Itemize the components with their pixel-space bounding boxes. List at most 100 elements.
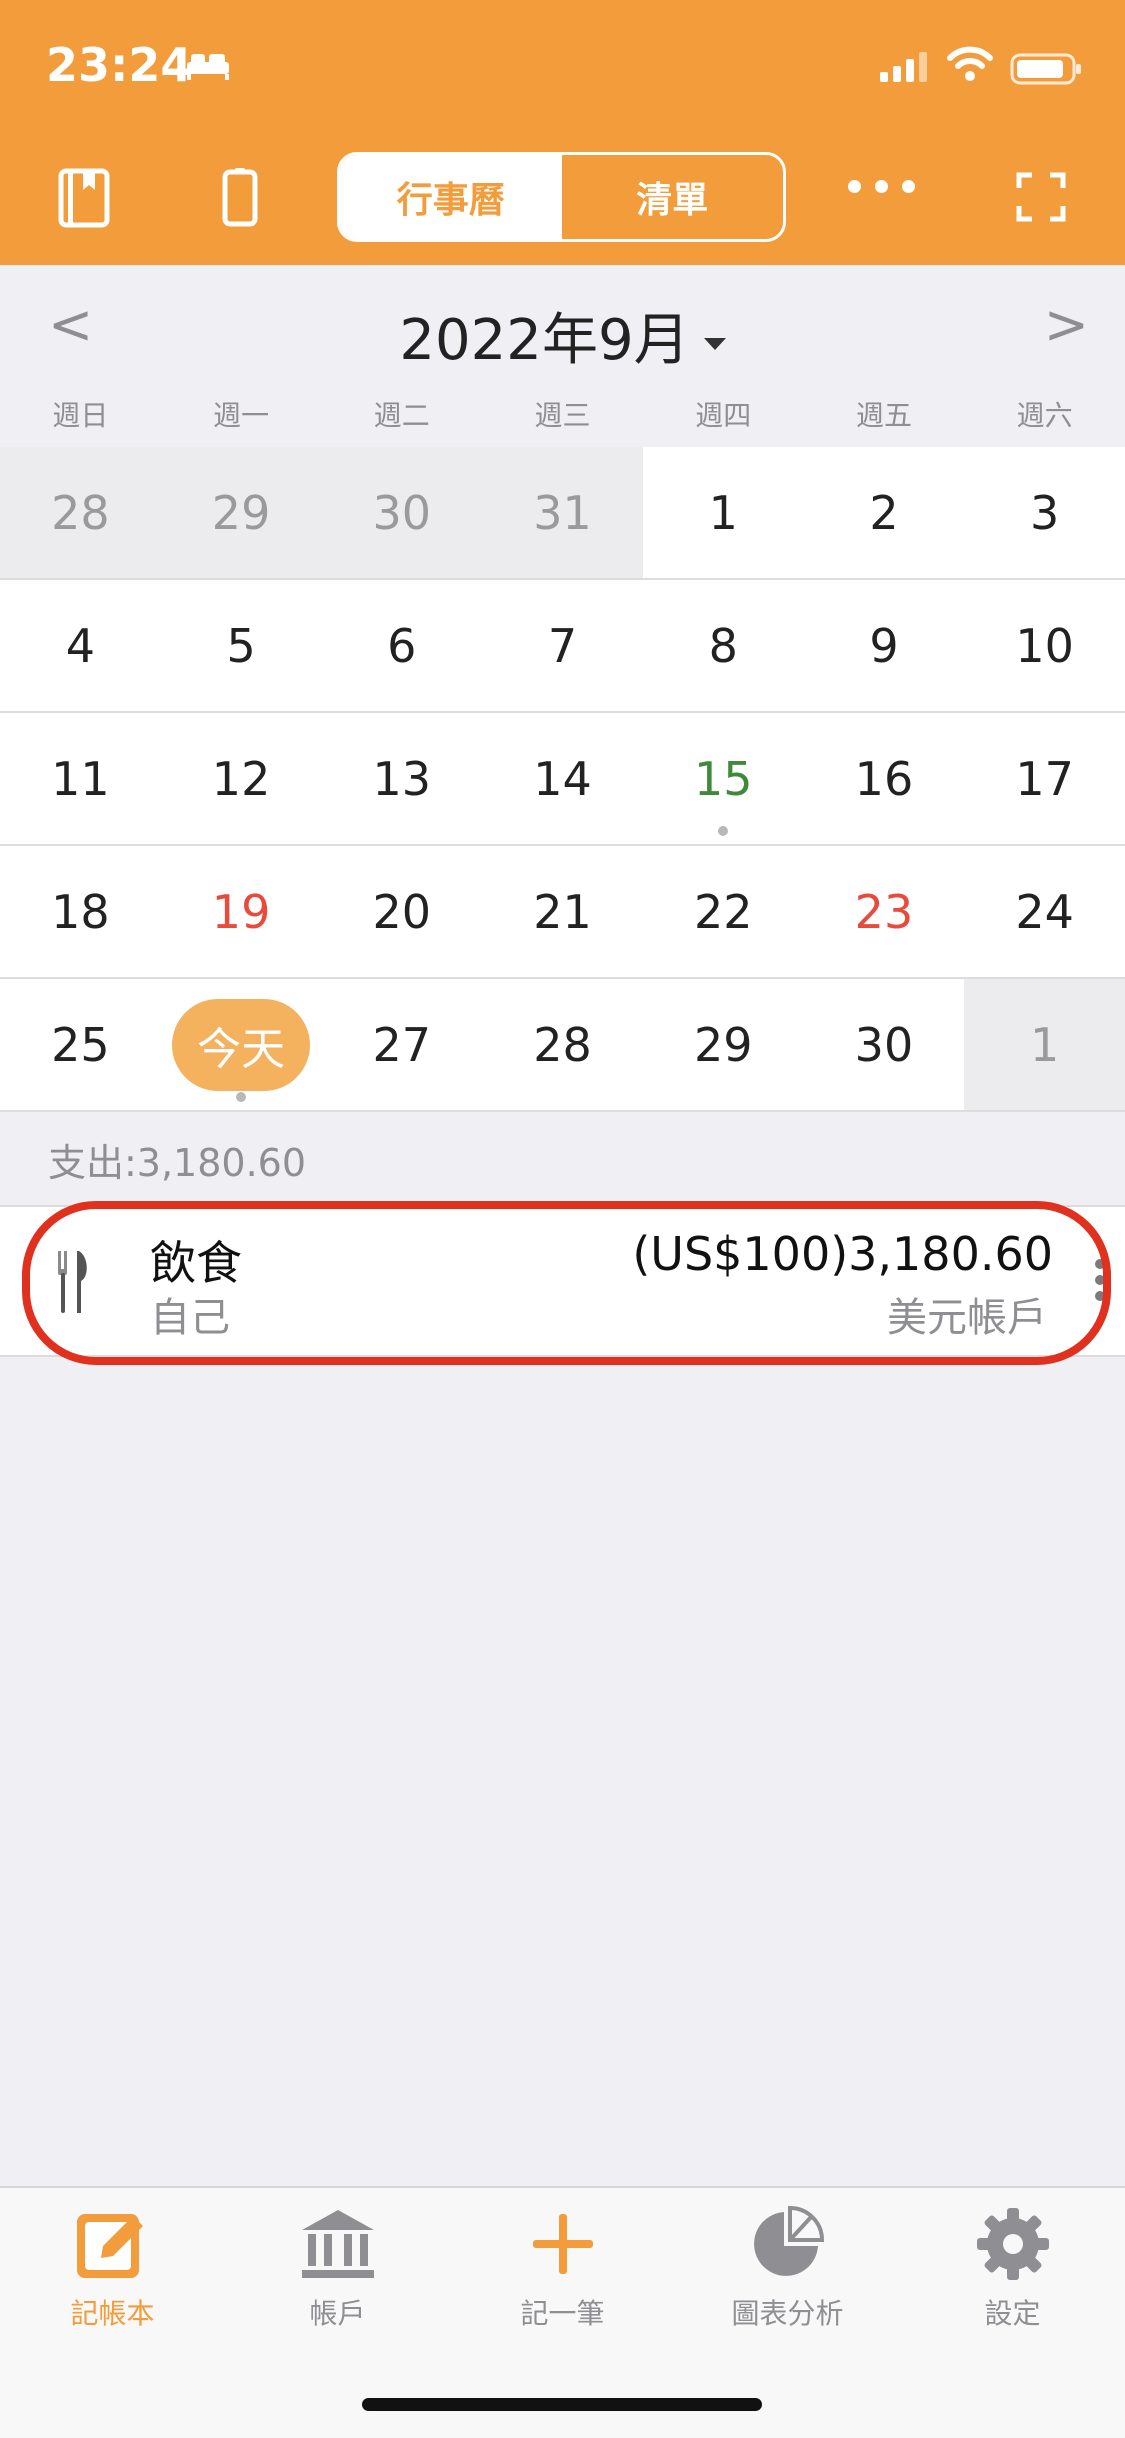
calendar-day[interactable]: 14 — [482, 713, 643, 844]
tab-list[interactable]: 清單 — [562, 155, 784, 239]
calendar-day[interactable]: 11 — [0, 713, 161, 844]
calendar-day[interactable]: 今天 — [161, 979, 322, 1110]
calendar-week: 18 19 20 21 22 23 24 — [0, 846, 1125, 979]
calendar-day[interactable]: 20 — [321, 846, 482, 977]
calendar-day[interactable]: 16 — [804, 713, 965, 844]
calendar-day[interactable]: 15 — [643, 713, 804, 844]
calendar-day[interactable]: 1 — [643, 447, 804, 578]
calendar-day[interactable]: 3 — [964, 447, 1125, 578]
book-icon[interactable] — [58, 168, 110, 228]
day-number: 10 — [1015, 618, 1074, 673]
weekday-label: 週二 — [373, 399, 430, 432]
calendar-day[interactable]: 6 — [321, 580, 482, 711]
calendar-day[interactable]: 8 — [643, 580, 804, 711]
day-number: 23 — [854, 884, 914, 939]
calendar-day[interactable]: 27 — [321, 979, 482, 1110]
calendar-day[interactable]: 7 — [482, 580, 643, 711]
day-number: 21 — [533, 884, 592, 939]
battery-icon — [1010, 53, 1081, 85]
more-icon[interactable] — [848, 180, 915, 193]
day-number: 6 — [387, 618, 417, 673]
weekday-label: 週三 — [534, 399, 591, 432]
month-navigation: < 2022年9月 > — [0, 265, 1125, 385]
gear-icon — [976, 2208, 1049, 2280]
calendar-day[interactable]: 10 — [964, 580, 1125, 711]
day-number: 25 — [51, 1017, 110, 1072]
calendar-grid: 28 29 30 31 1 2 3 4 5 6 7 8 9 10 11 12 13 14 15 16 17 18 19 20 2… — [0, 447, 1125, 1112]
next-month-icon[interactable]: > — [1044, 293, 1089, 356]
day-number: 19 — [211, 884, 271, 939]
calendar-week: 25 今天 27 28 29 30 1 — [0, 979, 1125, 1112]
day-number: 1 — [1030, 1017, 1060, 1072]
calendar-day[interactable]: 4 — [0, 580, 161, 711]
calendar-day[interactable]: 28 — [482, 979, 643, 1110]
event-dot — [236, 1092, 247, 1102]
calendar-day[interactable]: 29 — [160, 447, 322, 578]
calendar-day[interactable]: 28 — [0, 447, 161, 578]
sleep-mode-icon — [187, 54, 229, 80]
day-number: 17 — [1015, 751, 1074, 806]
day-number: 7 — [547, 618, 578, 673]
tab-settings[interactable]: 設定 — [900, 2206, 1125, 2332]
day-number: 30 — [372, 485, 432, 540]
calendar-day[interactable]: 1 — [964, 979, 1125, 1110]
day-number: 2 — [869, 485, 899, 540]
calendar-day[interactable]: 29 — [643, 979, 804, 1110]
calendar-week: 28 29 30 31 1 2 3 — [0, 447, 1125, 580]
calendar-day[interactable]: 18 — [0, 846, 161, 977]
tab-add-entry[interactable]: 記一筆 — [450, 2206, 675, 2332]
calendar-day[interactable]: 12 — [161, 713, 322, 844]
phone-icon[interactable] — [222, 168, 258, 228]
calendar-day[interactable]: 9 — [804, 580, 965, 711]
pie-chart-icon — [753, 2205, 824, 2276]
calendar-week: 11 12 13 14 15 16 17 — [0, 713, 1125, 846]
weekday-label: 週一 — [213, 399, 270, 432]
tab-calendar[interactable]: 行事曆 — [340, 155, 562, 239]
fullscreen-icon[interactable] — [1016, 172, 1066, 222]
tab-charts[interactable]: 圖表分析 — [675, 2205, 900, 2332]
day-number: 29 — [693, 1017, 753, 1072]
day-number: 5 — [226, 618, 256, 673]
weekday-label: 週四 — [695, 399, 752, 432]
tab-label: 設定 — [984, 2297, 1041, 2330]
calendar-day[interactable]: 24 — [964, 846, 1125, 977]
tab-label: 帳戶 — [309, 2297, 366, 2330]
weekday-header: 週日 週一 週二 週三 週四 週五 週六 — [0, 385, 1125, 447]
day-number: 31 — [533, 485, 592, 540]
calendar-day[interactable]: 30 — [804, 979, 965, 1110]
day-number: 12 — [211, 751, 271, 806]
day-number: 20 — [372, 884, 432, 939]
app-header: 23:24 行事曆 清單 — [0, 0, 1125, 265]
calendar-day[interactable]: 31 — [482, 447, 643, 578]
home-indicator — [362, 2398, 762, 2411]
calendar-day[interactable]: 13 — [321, 713, 482, 844]
weekday-label: 週日 — [52, 399, 109, 432]
today-marker: 今天 — [172, 998, 311, 1091]
plus-icon — [532, 2214, 593, 2274]
calendar-day[interactable]: 17 — [964, 713, 1125, 844]
day-number: 1 — [708, 485, 738, 540]
status-time: 23:24 — [46, 38, 193, 92]
bank-icon — [301, 2210, 374, 2278]
calendar-day[interactable]: 5 — [161, 580, 322, 711]
expense-summary: 支出:3,180.60 — [48, 1141, 307, 1185]
calendar-day[interactable]: 2 — [804, 447, 965, 578]
cellular-signal-icon — [880, 52, 927, 82]
calendar-day[interactable]: 23 — [804, 846, 965, 977]
day-number: 8 — [708, 618, 738, 673]
day-number: 22 — [693, 884, 753, 939]
calendar-day[interactable]: 22 — [643, 846, 804, 977]
day-number: 3 — [1030, 485, 1060, 540]
calendar-day[interactable]: 25 — [0, 979, 161, 1110]
day-number: 28 — [51, 485, 110, 540]
month-title[interactable]: 2022年9月 — [0, 295, 1125, 376]
tab-label: 圖表分析 — [731, 2297, 844, 2330]
calendar-day[interactable]: 21 — [482, 846, 643, 977]
day-number: 9 — [869, 618, 899, 673]
tab-bookkeeping[interactable]: 記帳本 — [0, 2206, 225, 2332]
tab-accounts[interactable]: 帳戶 — [225, 2206, 450, 2332]
calendar-day[interactable]: 19 — [161, 846, 322, 977]
dropdown-caret-icon — [703, 337, 726, 350]
day-number: 18 — [51, 884, 110, 939]
calendar-day[interactable]: 30 — [321, 447, 483, 578]
